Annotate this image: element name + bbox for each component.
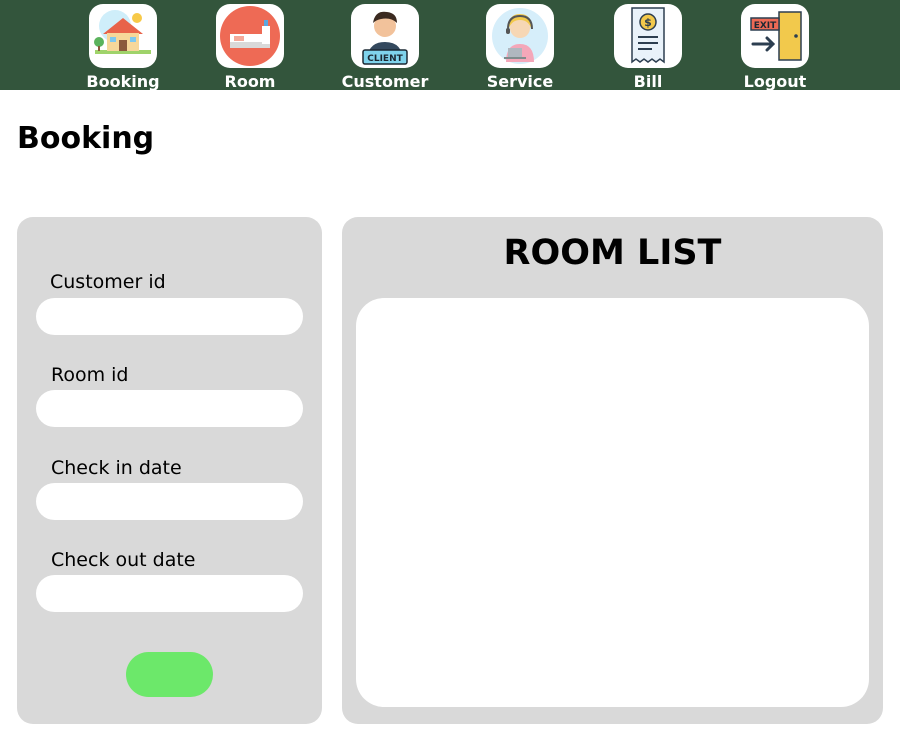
nav-label: Service [486, 72, 554, 91]
nav-label: Customer [341, 72, 429, 91]
svg-text:EXIT: EXIT [754, 21, 777, 31]
booking-form-panel: Customer id Room id Check in date Check … [17, 217, 322, 724]
room-id-label: Room id [51, 364, 129, 386]
support-agent-icon [486, 4, 554, 68]
customer-id-input[interactable] [36, 298, 303, 335]
room-list-area[interactable] [356, 298, 869, 707]
room-list-panel: ROOM LIST [342, 217, 883, 724]
nav-item-booking[interactable]: Booking [68, 4, 178, 91]
check-out-date-label: Check out date [51, 549, 196, 571]
nav-label: Logout [743, 72, 807, 91]
submit-booking-button[interactable] [126, 652, 213, 697]
receipt-icon: $ [614, 4, 682, 68]
exit-door-icon: EXIT [741, 4, 809, 68]
nav-label: Bill [633, 72, 663, 91]
customer-id-label: Customer id [50, 271, 166, 293]
room-list-title: ROOM LIST [503, 233, 722, 273]
nav-label: Booking [86, 72, 160, 91]
nav-label: Room [224, 72, 276, 91]
svg-text:CLIENT: CLIENT [367, 54, 403, 64]
house-icon [89, 4, 157, 68]
nav-item-bill[interactable]: $ Bill [593, 4, 703, 91]
client-icon: CLIENT [351, 4, 419, 68]
check-in-date-input[interactable] [36, 483, 303, 520]
svg-text:$: $ [644, 16, 652, 29]
nav-item-customer[interactable]: CLIENT Customer [330, 4, 440, 91]
nav-item-logout[interactable]: EXIT Logout [720, 4, 830, 91]
page-title: Booking [17, 121, 155, 156]
check-out-date-input[interactable] [36, 575, 303, 612]
room-id-input[interactable] [36, 390, 303, 427]
top-navigation-bar: Booking Room CLIENT Customer Service $ B… [0, 0, 900, 91]
bed-icon [216, 4, 284, 68]
nav-item-room[interactable]: Room [195, 4, 305, 91]
check-in-date-label: Check in date [51, 457, 182, 479]
nav-item-service[interactable]: Service [465, 4, 575, 91]
